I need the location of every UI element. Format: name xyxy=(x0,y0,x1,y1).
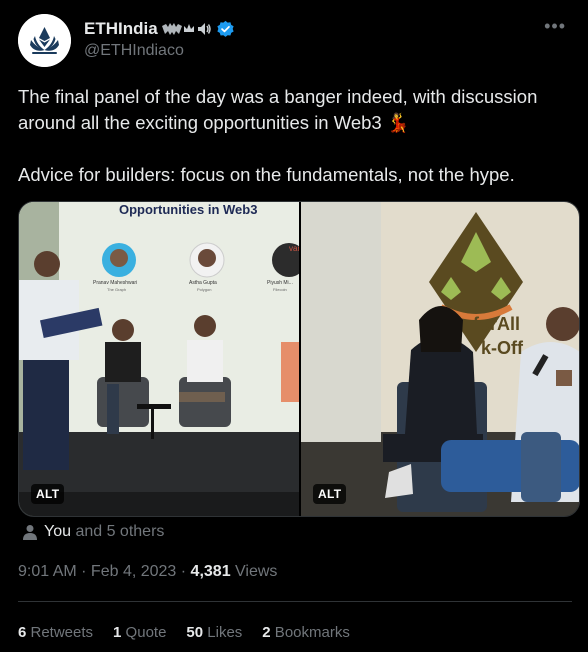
tweet-text-line: around all the exciting opportunities in… xyxy=(18,112,410,133)
tweet-header: ETHIndia @ETHIndiaco ••• xyxy=(18,14,572,70)
bookmarks-label: Bookmarks xyxy=(270,624,350,641)
display-name[interactable]: ETHIndia xyxy=(84,19,158,39)
meta-separator: · xyxy=(176,563,191,580)
meta-separator: · xyxy=(76,563,91,580)
tweet-text-line: The final panel of the day was a banger … xyxy=(18,86,538,107)
liked-by-you: You xyxy=(44,523,71,540)
quotes-label: Quote xyxy=(121,624,167,641)
ethindia-logo-icon xyxy=(18,14,71,67)
handle[interactable]: @ETHIndiaco xyxy=(84,42,184,60)
retweets-label: Retweets xyxy=(26,624,94,641)
divider-line xyxy=(18,601,572,602)
banner-text: k-Off xyxy=(481,338,523,358)
media-grid: Opportunities in Web3 vari Pranav Mahesh… xyxy=(18,201,580,517)
liked-by-row[interactable]: You and 5 others xyxy=(22,523,164,541)
tweet-date[interactable]: Feb 4, 2023 xyxy=(91,563,176,580)
panelist-name: Astha Gupta xyxy=(189,280,217,286)
banner-text: forAll xyxy=(473,314,520,334)
retweets-stat[interactable]: 6 Retweets xyxy=(18,624,93,641)
tweet-text: The final panel of the day was a banger … xyxy=(18,84,574,188)
verified-badge-icon xyxy=(217,20,234,37)
name-row: ETHIndia xyxy=(84,19,235,39)
likes-count: 50 xyxy=(186,624,204,641)
panelist-org: Filecoin xyxy=(273,287,287,292)
more-options-icon[interactable]: ••• xyxy=(544,16,566,37)
views-count: 4,381 xyxy=(190,563,231,580)
panel-photo-right[interactable]: forAll k-Off ALT xyxy=(301,202,579,516)
bat-icon xyxy=(161,23,182,35)
person-icon xyxy=(23,525,37,540)
likes-stat[interactable]: 50 Likes xyxy=(186,624,242,641)
engagement-stats: 6 Retweets 1 Quote 50 Likes 2 Bookmarks xyxy=(18,624,350,641)
name-emojis xyxy=(161,21,212,37)
slide-title: Opportunities in Web3 xyxy=(119,202,258,217)
panelist-org: The Graph xyxy=(107,287,127,292)
panel-closeup-illustration xyxy=(301,202,579,516)
panel-photo-left[interactable]: Opportunities in Web3 vari Pranav Mahesh… xyxy=(19,202,299,516)
quotes-stat[interactable]: 1 Quote xyxy=(113,624,166,641)
panel-stage-illustration xyxy=(19,202,299,516)
tweet-meta: 9:01 AM · Feb 4, 2023 · 4,381 Views xyxy=(18,563,277,581)
bookmarks-count: 2 xyxy=(262,624,271,641)
panelist-name: Piyush Mi... xyxy=(267,280,293,286)
tweet-text-line: Advice for builders: focus on the fundam… xyxy=(18,164,515,185)
avatar[interactable] xyxy=(18,14,71,67)
crown-icon xyxy=(183,24,194,32)
bookmarks-stat[interactable]: 2 Bookmarks xyxy=(262,624,350,641)
panelist-name: Pranav Maheshwari xyxy=(93,280,138,286)
panelist-org: Polygon xyxy=(197,287,212,292)
views-label: Views xyxy=(230,563,278,580)
alt-badge[interactable]: ALT xyxy=(313,484,347,504)
speaker-icon xyxy=(197,23,211,35)
likes-label: Likes xyxy=(203,624,243,641)
alt-badge[interactable]: ALT xyxy=(31,484,65,504)
slide-partial-text: vari xyxy=(289,244,299,253)
liked-by-others: and 5 others xyxy=(71,523,165,540)
tweet-time[interactable]: 9:01 AM xyxy=(18,563,77,580)
